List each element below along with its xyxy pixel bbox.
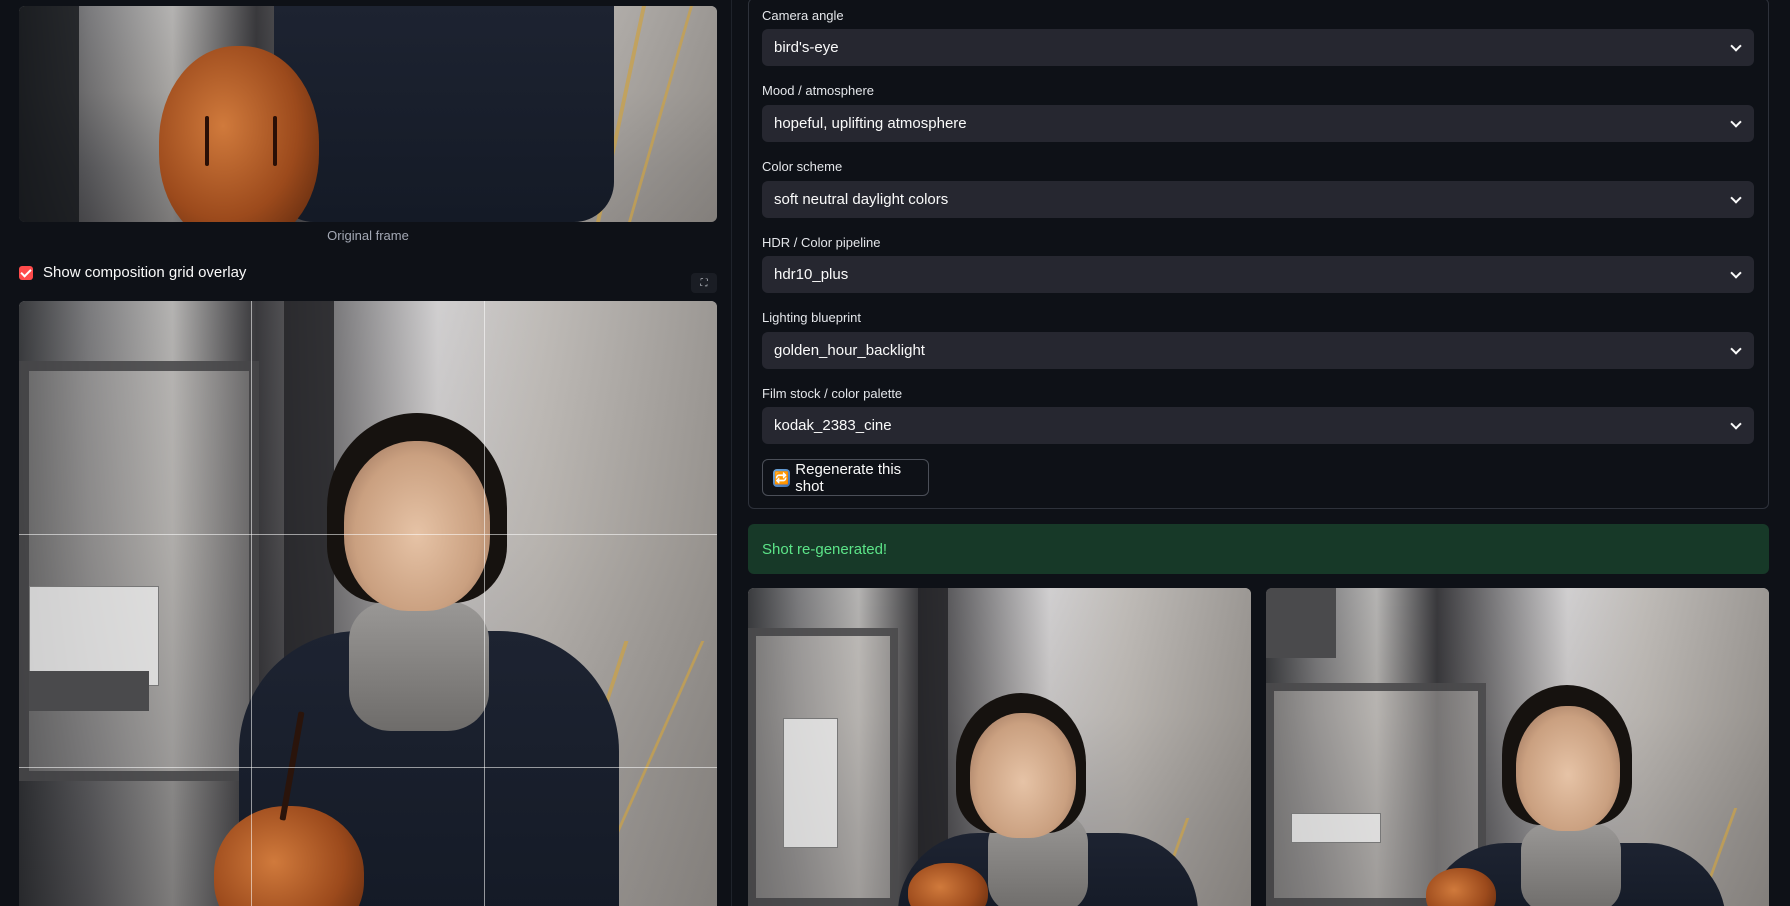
chevron-down-icon [1730, 40, 1742, 52]
grid-overlay-label: Show composition grid overlay [43, 264, 247, 281]
left-column: Original frame Show composition grid ove… [0, 0, 731, 906]
lighting-blueprint-value: golden_hour_backlight [774, 342, 925, 359]
chevron-down-icon [1730, 116, 1742, 128]
photo-window [19, 6, 79, 222]
lighting-blueprint-select[interactable]: golden_hour_backlight [762, 332, 1754, 369]
app-root: Original frame Show composition grid ove… [0, 0, 1790, 906]
photo-sign [1291, 813, 1381, 843]
regenerate-shot-button[interactable]: 🔁 Regenerate this shot [762, 459, 929, 496]
photo-coat [274, 6, 614, 222]
color-scheme-label: Color scheme [762, 159, 843, 174]
camera-angle-value: bird's-eye [774, 39, 839, 56]
regenerate-label: Regenerate this shot [795, 460, 902, 495]
hdr-pipeline-label: HDR / Color pipeline [762, 235, 881, 250]
mood-label: Mood / atmosphere [762, 83, 875, 98]
grid-line-vertical [251, 301, 252, 906]
photo-sign-plate [29, 671, 149, 711]
photo-scarf [349, 601, 489, 731]
photo-window [1266, 588, 1336, 658]
camera-angle-select[interactable]: bird's-eye [762, 29, 1754, 66]
generated-shot-2[interactable] [1266, 588, 1769, 906]
chevron-down-icon [1730, 418, 1742, 430]
original-frame-image[interactable] [19, 6, 717, 222]
fullscreen-icon[interactable]: ⛶ [691, 273, 717, 293]
photo-violin [159, 46, 319, 222]
grid-line-horizontal [19, 767, 717, 768]
chevron-down-icon [1730, 343, 1742, 355]
photo-fhole [273, 116, 277, 166]
grid-overlay-toggle[interactable]: Show composition grid overlay [19, 264, 246, 281]
generated-shot-1[interactable] [748, 588, 1251, 906]
photo-scarf [1521, 823, 1621, 906]
grid-line-vertical [484, 301, 485, 906]
chevron-down-icon [1730, 192, 1742, 204]
chevron-down-icon [1730, 267, 1742, 279]
photo-face [1516, 706, 1620, 831]
column-divider [731, 0, 732, 906]
photo-fhole [205, 116, 209, 166]
photo-sign [783, 718, 838, 848]
color-scheme-value: soft neutral daylight colors [774, 191, 949, 208]
lighting-blueprint-label: Lighting blueprint [762, 310, 862, 325]
photo-face [970, 713, 1076, 838]
photo-window [19, 361, 259, 781]
grid-overlay-image[interactable] [19, 301, 717, 906]
hdr-pipeline-value: hdr10_plus [774, 266, 849, 283]
mood-select[interactable]: hopeful, uplifting atmosphere [762, 105, 1754, 142]
repeat-icon: 🔁 [773, 468, 791, 487]
hdr-pipeline-select[interactable]: hdr10_plus [762, 256, 1754, 293]
mood-value: hopeful, uplifting atmosphere [774, 115, 967, 132]
film-stock-select[interactable]: kodak_2383_cine [762, 407, 1754, 444]
success-alert: Shot re-generated! [748, 524, 1769, 574]
color-scheme-select[interactable]: soft neutral daylight colors [762, 181, 1754, 218]
photo-face [344, 441, 490, 611]
film-stock-value: kodak_2383_cine [774, 417, 892, 434]
grid-line-horizontal [19, 534, 717, 535]
film-stock-label: Film stock / color palette [762, 386, 903, 401]
camera-angle-label: Camera angle [762, 8, 844, 23]
success-message: Shot re-generated! [762, 540, 888, 558]
grid-overlay-checkbox[interactable] [19, 265, 33, 280]
original-frame-caption: Original frame [327, 228, 409, 243]
